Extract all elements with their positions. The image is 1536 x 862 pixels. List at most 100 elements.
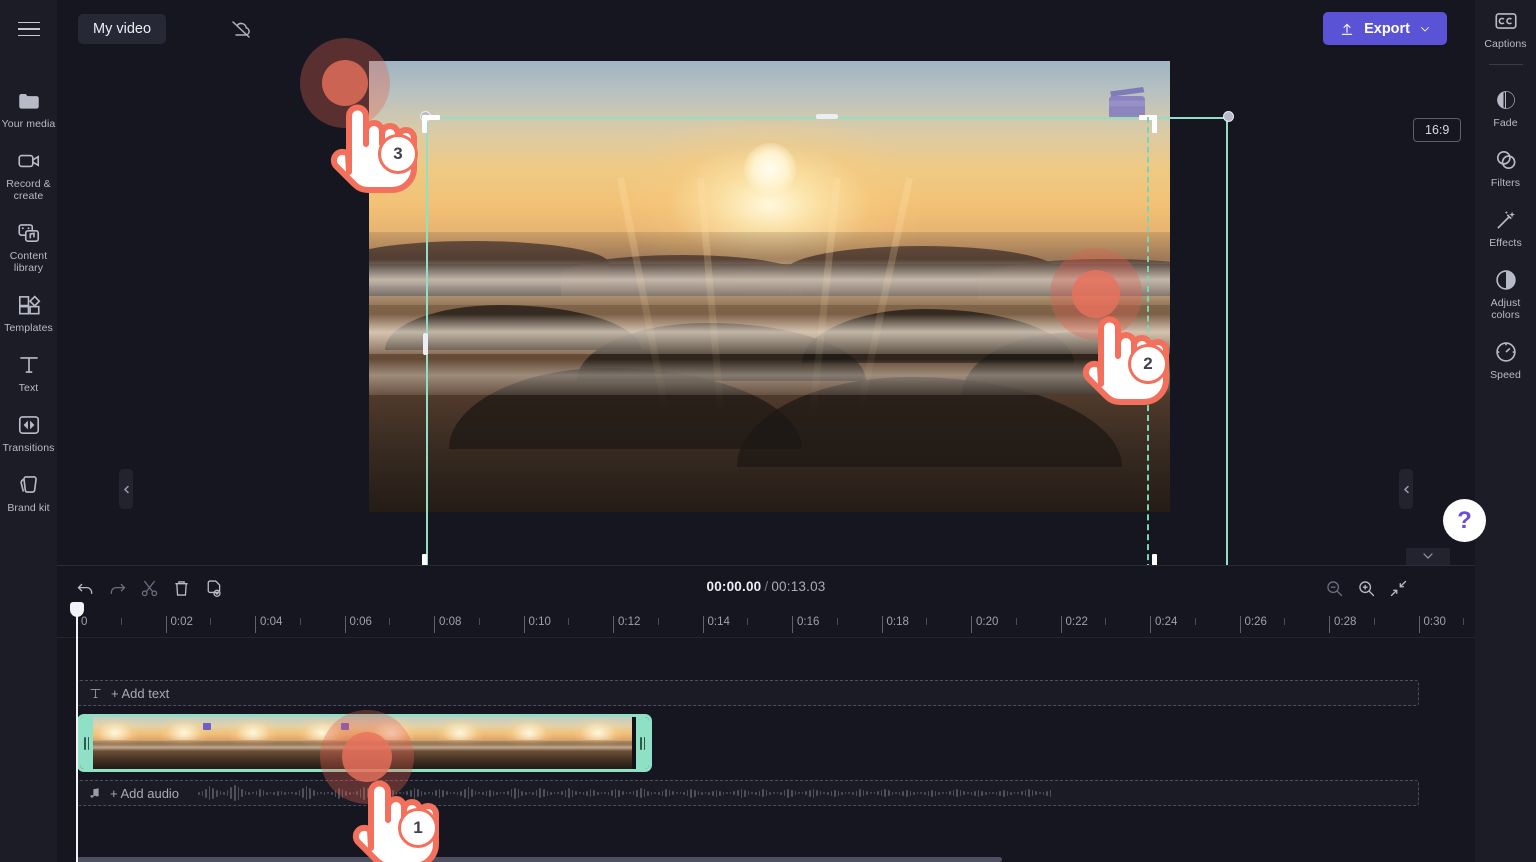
timeline: 00:00.00/00:13.03 0 0:02 0:04 0:06 0:08 0:10 0… bbox=[57, 565, 1475, 862]
sidebar-item-your-media[interactable]: Your media bbox=[0, 88, 57, 130]
playhead[interactable] bbox=[70, 602, 84, 862]
video-track bbox=[57, 714, 1475, 774]
sidebar-item-adjust-colors[interactable]: Adjust colors bbox=[1475, 267, 1536, 321]
ruler-tick-label: 0:06 bbox=[349, 616, 372, 628]
sidebar-label: Text bbox=[18, 382, 39, 394]
fit-screen-icon[interactable] bbox=[1386, 576, 1411, 601]
ruler-tick-minor bbox=[1105, 618, 1107, 625]
current-time: 00:00.00 bbox=[706, 579, 762, 594]
ruler-tick-label: 0:22 bbox=[1065, 616, 1088, 628]
clip-trim-handle-left[interactable] bbox=[80, 717, 93, 769]
hamburger-menu-icon[interactable] bbox=[12, 16, 46, 42]
audio-waveform bbox=[198, 781, 1418, 805]
sidebar-item-fade[interactable]: Fade bbox=[1475, 87, 1536, 129]
ruler-tick-minor bbox=[747, 618, 749, 625]
sidebar-label: Effects bbox=[1489, 237, 1522, 249]
ruler-tick-major bbox=[613, 616, 614, 633]
folder-icon bbox=[16, 88, 42, 114]
undo-button[interactable] bbox=[73, 576, 98, 601]
sidebar-item-transitions[interactable]: Transitions bbox=[0, 412, 57, 454]
aspect-ratio-badge[interactable]: 16:9 bbox=[1413, 118, 1462, 142]
templates-icon bbox=[16, 292, 42, 318]
resize-handle-top-right[interactable] bbox=[1223, 111, 1234, 122]
redo-button[interactable] bbox=[105, 576, 130, 601]
sidebar-item-brand-kit[interactable]: Brand kit bbox=[0, 472, 57, 514]
timecode-display: 00:00.00/00:13.03 bbox=[706, 579, 825, 594]
sidebar-label: Speed bbox=[1490, 369, 1521, 381]
chevron-down-icon bbox=[1419, 23, 1431, 35]
timeline-horizontal-scrollbar[interactable] bbox=[77, 857, 1002, 862]
ruler-tick-label: 0:18 bbox=[886, 616, 909, 628]
zoom-out-icon[interactable] bbox=[1322, 576, 1347, 601]
sidebar-item-effects[interactable]: Effects bbox=[1475, 207, 1536, 249]
sidebar-item-speed[interactable]: Speed bbox=[1475, 339, 1536, 381]
transitions-icon bbox=[16, 412, 42, 438]
effects-wand-icon bbox=[1493, 207, 1519, 233]
add-audio-track[interactable]: + Add audio bbox=[77, 780, 1419, 806]
video-clip[interactable] bbox=[77, 714, 652, 772]
add-text-track[interactable]: + Add text bbox=[77, 680, 1419, 706]
ruler-tick-label: 0:20 bbox=[976, 616, 999, 628]
ruler-tick-minor bbox=[1284, 618, 1286, 625]
sidebar-item-text[interactable]: Text bbox=[0, 352, 57, 394]
split-button[interactable] bbox=[137, 576, 162, 601]
zoom-in-icon[interactable] bbox=[1354, 576, 1379, 601]
ruler-tick-label: 0:14 bbox=[707, 616, 730, 628]
ruler-tick-major bbox=[1150, 616, 1151, 633]
ruler-tick-major bbox=[971, 616, 972, 633]
video-camera-icon bbox=[16, 148, 42, 174]
export-label: Export bbox=[1364, 20, 1410, 37]
sidebar-label: Your media bbox=[1, 118, 56, 130]
sidebar-divider bbox=[1488, 64, 1523, 65]
ruler-tick-minor bbox=[1015, 618, 1017, 625]
filmstrip-thumbnails bbox=[80, 717, 649, 769]
ruler-tick-label: 0:16 bbox=[797, 616, 820, 628]
sidebar-item-templates[interactable]: Templates bbox=[0, 292, 57, 334]
ruler-tick-label: 0:26 bbox=[1244, 616, 1267, 628]
ruler-tick-major bbox=[702, 616, 704, 633]
ruler-tick-minor bbox=[926, 618, 928, 625]
left-sidebar: Your media Record & create Content libra… bbox=[0, 0, 57, 862]
right-sidebar: Captions Fade Filters Effects Adjust col… bbox=[1475, 0, 1536, 862]
sidebar-label: Adjust colors bbox=[1490, 297, 1521, 321]
text-t-icon bbox=[16, 352, 42, 378]
ruler-tick-label: 0 bbox=[81, 616, 88, 628]
ruler-tick-label: 0:30 bbox=[1423, 616, 1446, 628]
sidebar-label: Filters bbox=[1490, 177, 1521, 189]
add-audio-label: + Add audio bbox=[110, 785, 180, 801]
project-title-input[interactable]: My video bbox=[78, 14, 167, 44]
sidebar-item-captions[interactable]: Captions bbox=[1475, 8, 1536, 50]
cloud-off-icon[interactable] bbox=[227, 16, 255, 42]
ruler-tick-minor bbox=[568, 618, 570, 625]
ruler-tick-major bbox=[1060, 616, 1062, 633]
filmstrip-frame bbox=[425, 717, 494, 769]
export-button[interactable]: Export bbox=[1323, 12, 1447, 45]
ruler-tick-major bbox=[792, 616, 793, 633]
ruler-tick-minor bbox=[389, 618, 391, 625]
delete-button[interactable] bbox=[169, 576, 194, 601]
sidebar-item-content-library[interactable]: Content library bbox=[0, 220, 57, 274]
fade-icon bbox=[1493, 87, 1519, 113]
filmstrip-frame bbox=[494, 717, 563, 769]
video-preview-canvas[interactable] bbox=[369, 61, 1170, 512]
sidebar-item-filters[interactable]: Filters bbox=[1475, 147, 1536, 189]
ruler-tick-minor bbox=[120, 618, 122, 625]
music-note-icon bbox=[88, 786, 102, 800]
ruler-tick-label: 0:04 bbox=[260, 616, 283, 628]
duplicate-button[interactable] bbox=[201, 576, 226, 601]
sidebar-item-record-create[interactable]: Record & create bbox=[0, 148, 57, 202]
sidebar-label: Captions bbox=[1484, 38, 1527, 50]
ruler-tick-label: 0:02 bbox=[170, 616, 193, 628]
collapse-left-panel-button[interactable] bbox=[119, 469, 133, 509]
collapse-right-panel-button[interactable] bbox=[1399, 469, 1413, 509]
ruler-tick-label: 0:28 bbox=[1334, 616, 1357, 628]
total-duration: 00:13.03 bbox=[771, 579, 826, 594]
filmstrip-frame bbox=[149, 717, 218, 769]
brand-kit-icon bbox=[16, 472, 42, 498]
editor-window: Your media Record & create Content libra… bbox=[0, 0, 1536, 862]
ruler-tick-minor bbox=[1194, 618, 1196, 625]
timeline-ruler[interactable]: 0 0:02 0:04 0:06 0:08 0:10 0:12 0:14 0:16 0:18 0:2… bbox=[57, 610, 1475, 638]
help-button[interactable]: ? bbox=[1443, 499, 1486, 542]
clip-trim-handle-right[interactable] bbox=[636, 717, 649, 769]
ruler-tick-label: 0:24 bbox=[1155, 616, 1178, 628]
